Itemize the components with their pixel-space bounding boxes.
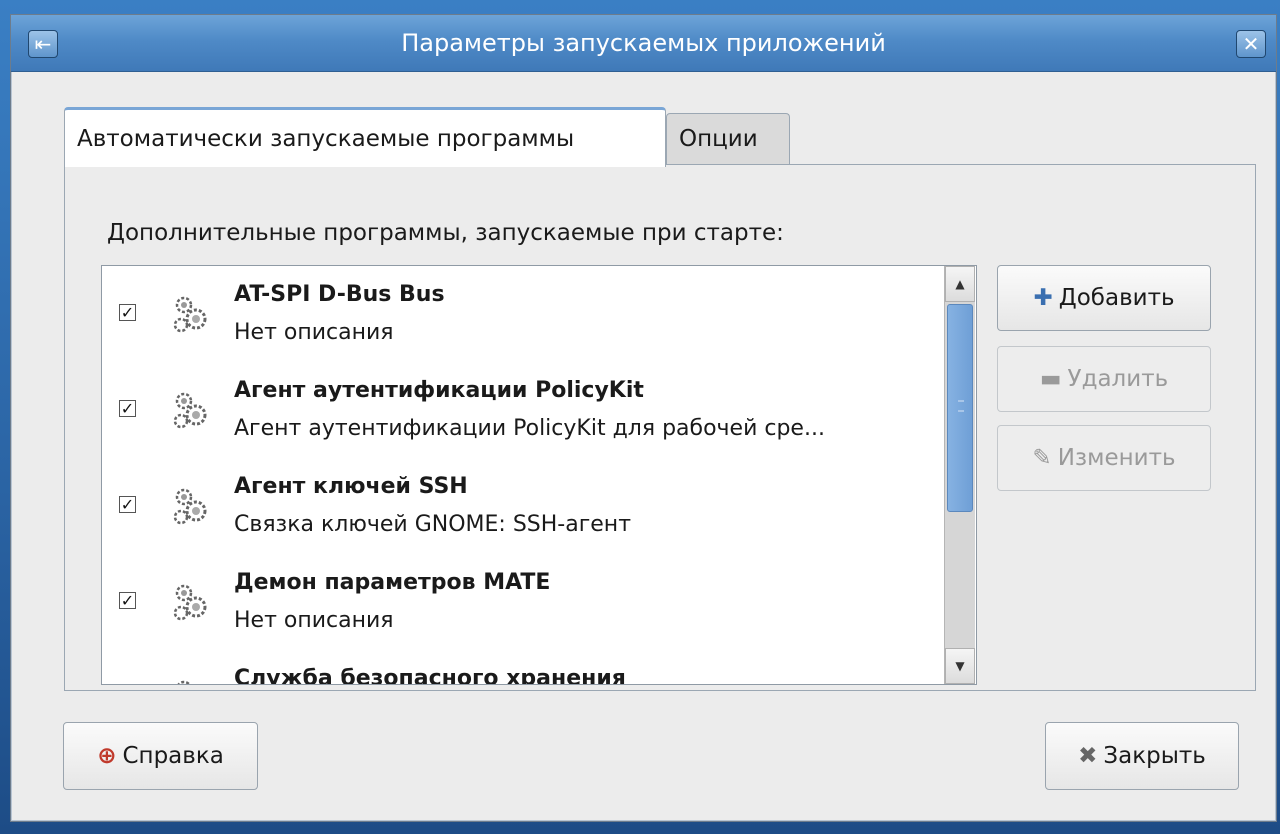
- item-description: Нет описания: [234, 320, 394, 345]
- edit-icon: ✎: [1032, 445, 1052, 471]
- scroll-down-arrow-icon[interactable]: ▼: [945, 648, 975, 684]
- help-button[interactable]: ⊕ Справка: [63, 722, 258, 790]
- startup-apps-window: ⇤ Параметры запускаемых приложений ✕ Авт…: [10, 14, 1277, 822]
- item-description: Связка ключей GNOME: SSH-агент: [234, 512, 632, 537]
- item-name: AT-SPI D-Bus Bus: [234, 282, 445, 307]
- close-icon[interactable]: ✕: [1236, 30, 1266, 58]
- programs-list-label: Дополнительные программы, запускаемые пр…: [107, 220, 784, 246]
- startup-programs-panel: Дополнительные программы, запускаемые пр…: [64, 164, 1256, 691]
- add-button[interactable]: ✚ Добавить: [997, 265, 1211, 331]
- tab-startup-programs-label: Автоматически запускаемые программы: [77, 125, 575, 152]
- tab-options-label: Опции: [679, 126, 758, 152]
- list-item[interactable]: ✓ AT-SPI D-Bus Bus Нет описания: [102, 266, 962, 362]
- edit-button[interactable]: ✎ Изменить: [997, 425, 1211, 491]
- scroll-up-arrow-icon[interactable]: ▲: [945, 266, 975, 302]
- item-name: Служба безопасного хранения: [234, 666, 626, 685]
- window-title: Параметры запускаемых приложений: [401, 29, 886, 57]
- item-description: Нет описания: [234, 608, 394, 633]
- startup-programs-list[interactable]: ✓ AT-SPI D-Bus Bus Нет описания ✓ Агент …: [101, 265, 977, 685]
- title-bar[interactable]: ⇤ Параметры запускаемых приложений ✕: [11, 15, 1276, 72]
- tab-options[interactable]: Опции: [666, 113, 790, 164]
- help-icon: ⊕: [97, 743, 117, 769]
- grip-icon: [958, 400, 964, 412]
- gear-icon: [173, 296, 207, 333]
- edit-button-label: Изменить: [1057, 445, 1176, 471]
- close-x-icon: ✖: [1078, 743, 1098, 769]
- item-name: Агент ключей SSH: [234, 474, 468, 499]
- list-item[interactable]: ✓ Агент ключей SSH Связка ключей GNOME: …: [102, 458, 962, 554]
- scrollbar-thumb[interactable]: [947, 304, 973, 512]
- list-item[interactable]: ✓ Демон параметров MATE Нет описания: [102, 554, 962, 650]
- remove-button[interactable]: ▬ Удалить: [997, 346, 1211, 412]
- gear-icon: [173, 488, 207, 525]
- enabled-checkbox[interactable]: ✓: [119, 496, 136, 513]
- remove-button-label: Удалить: [1067, 366, 1169, 392]
- list-scrollbar[interactable]: ▲ ▼: [944, 266, 975, 684]
- plus-icon: ✚: [1033, 285, 1053, 311]
- gear-icon: [173, 584, 207, 621]
- enabled-checkbox[interactable]: ✓: [119, 304, 136, 321]
- tab-startup-programs[interactable]: Автоматически запускаемые программы: [64, 107, 666, 167]
- gear-icon: [173, 392, 207, 429]
- minus-icon: ▬: [1039, 366, 1062, 392]
- item-name: Демон параметров MATE: [234, 570, 551, 595]
- add-button-label: Добавить: [1058, 285, 1175, 311]
- close-button[interactable]: ✖ Закрыть: [1045, 722, 1239, 790]
- help-button-label: Справка: [122, 743, 224, 769]
- close-button-label: Закрыть: [1103, 743, 1206, 769]
- enabled-checkbox[interactable]: ✓: [119, 592, 136, 609]
- item-name: Агент аутентификации PolicyKit: [234, 378, 644, 403]
- gear-icon: [177, 680, 191, 684]
- enabled-checkbox[interactable]: ✓: [119, 400, 136, 417]
- list-item[interactable]: ✓ Агент аутентификации PolicyKit Агент а…: [102, 362, 962, 458]
- item-description: Агент аутентификации PolicyKit для рабоч…: [234, 416, 825, 441]
- list-item[interactable]: ✓ Служба безопасного хранения: [102, 650, 962, 685]
